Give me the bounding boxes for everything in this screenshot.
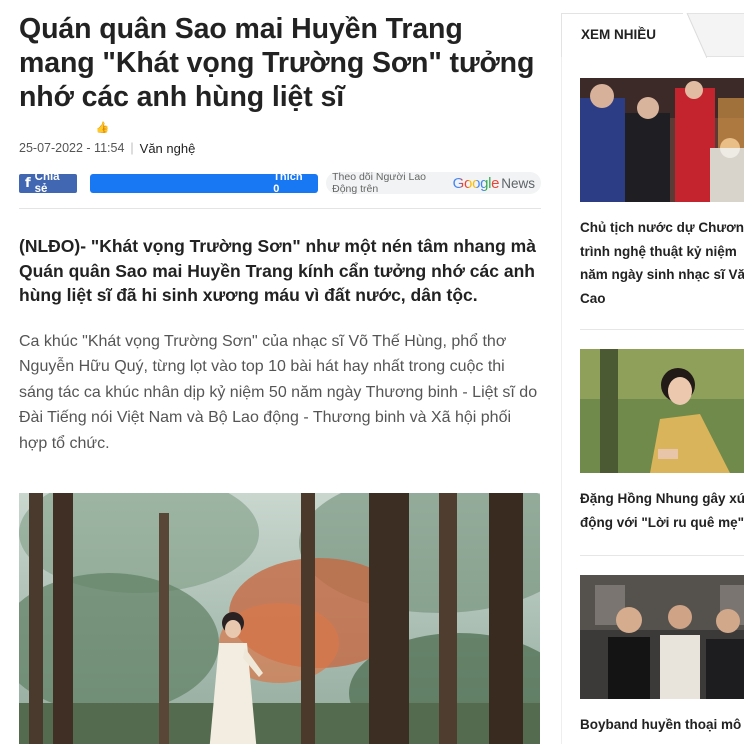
sidebar-thumbnail-2[interactable]	[580, 349, 744, 473]
sidebar-title-1[interactable]: Chủ tịch nước dự Chương trình nghệ thuật…	[580, 216, 744, 310]
title-line: năm ngày sinh nhạc sĩ Vă	[580, 267, 744, 282]
facebook-like-button[interactable]: 👍 Thích 0	[89, 121, 319, 195]
article-main: Quán quân Sao mai Huyền Trang mang "Khát…	[19, 0, 541, 744]
sidebar-divider	[580, 555, 744, 556]
article-body-paragraph: Ca khúc "Khát vọng Trường Sơn" của nhạc …	[19, 332, 538, 452]
forest-singer-photo	[19, 493, 540, 744]
article-sapo: (NLĐO)- "Khát vọng Trường Sơn" như một n…	[19, 236, 536, 305]
sidebar-divider	[580, 329, 744, 330]
google-brand: Google	[452, 174, 500, 192]
share-label: Chia sẻ	[34, 171, 60, 195]
title-line: Boyband huyền thoại mô	[580, 717, 742, 732]
title-line: trình nghệ thuật kỷ niệm	[580, 243, 737, 259]
like-label: Thích 0	[273, 171, 303, 195]
singer-photo	[580, 349, 744, 473]
sidebar-title-3[interactable]: Boyband huyền thoại mô	[580, 713, 744, 737]
boyband-photo	[580, 575, 744, 699]
sidebar-title-2[interactable]: Đặng Hồng Nhung gây xú động với "Lời ru …	[580, 487, 744, 534]
article-photo	[19, 493, 540, 744]
sidebar-thumbnail-3[interactable]	[580, 575, 744, 699]
article-title: Quán quân Sao mai Huyền Trang mang "Khát…	[19, 13, 535, 113]
facebook-share-button[interactable]: f Chia sẻ	[19, 171, 77, 195]
most-viewed-sidebar: XEM NHIỀU Chủ tịch nước dự Chương trình …	[561, 13, 744, 744]
title-line: Chủ tịch nước dự Chương	[580, 220, 744, 235]
facebook-icon: f	[25, 175, 31, 191]
tab-slant-shape	[683, 13, 707, 58]
title-line: Cao	[580, 290, 606, 306]
title-line: Đặng Hồng Nhung gây xú	[580, 491, 744, 506]
event-photo	[580, 78, 744, 202]
google-news-follow-button[interactable]: Theo dõi Người Lao Động trên Google News	[326, 171, 541, 195]
title-line: động với "Lời ru quê mẹ"	[580, 514, 744, 530]
sidebar-item-2[interactable]: Đặng Hồng Nhung gây xú động với "Lời ru …	[580, 349, 744, 534]
sidebar-item-3[interactable]: Boyband huyền thoại mô	[580, 575, 744, 737]
news-suffix: News	[501, 175, 535, 191]
sidebar-border	[561, 57, 562, 744]
share-toolbar: f Chia sẻ 👍 Thích 0 Theo dõi Người Lao Đ…	[19, 121, 541, 195]
google-news-logo: Google	[453, 175, 500, 192]
sidebar-item-1[interactable]: Chủ tịch nước dự Chương trình nghệ thuật…	[580, 78, 744, 310]
sidebar-thumbnail-1[interactable]	[580, 78, 744, 202]
tab-most-viewed[interactable]: XEM NHIỀU	[561, 13, 685, 58]
sidebar-header: XEM NHIỀU	[561, 13, 744, 58]
follow-text: Theo dõi Người Lao Động trên	[332, 171, 426, 195]
thumbs-up-icon: 👍	[95, 121, 110, 134]
